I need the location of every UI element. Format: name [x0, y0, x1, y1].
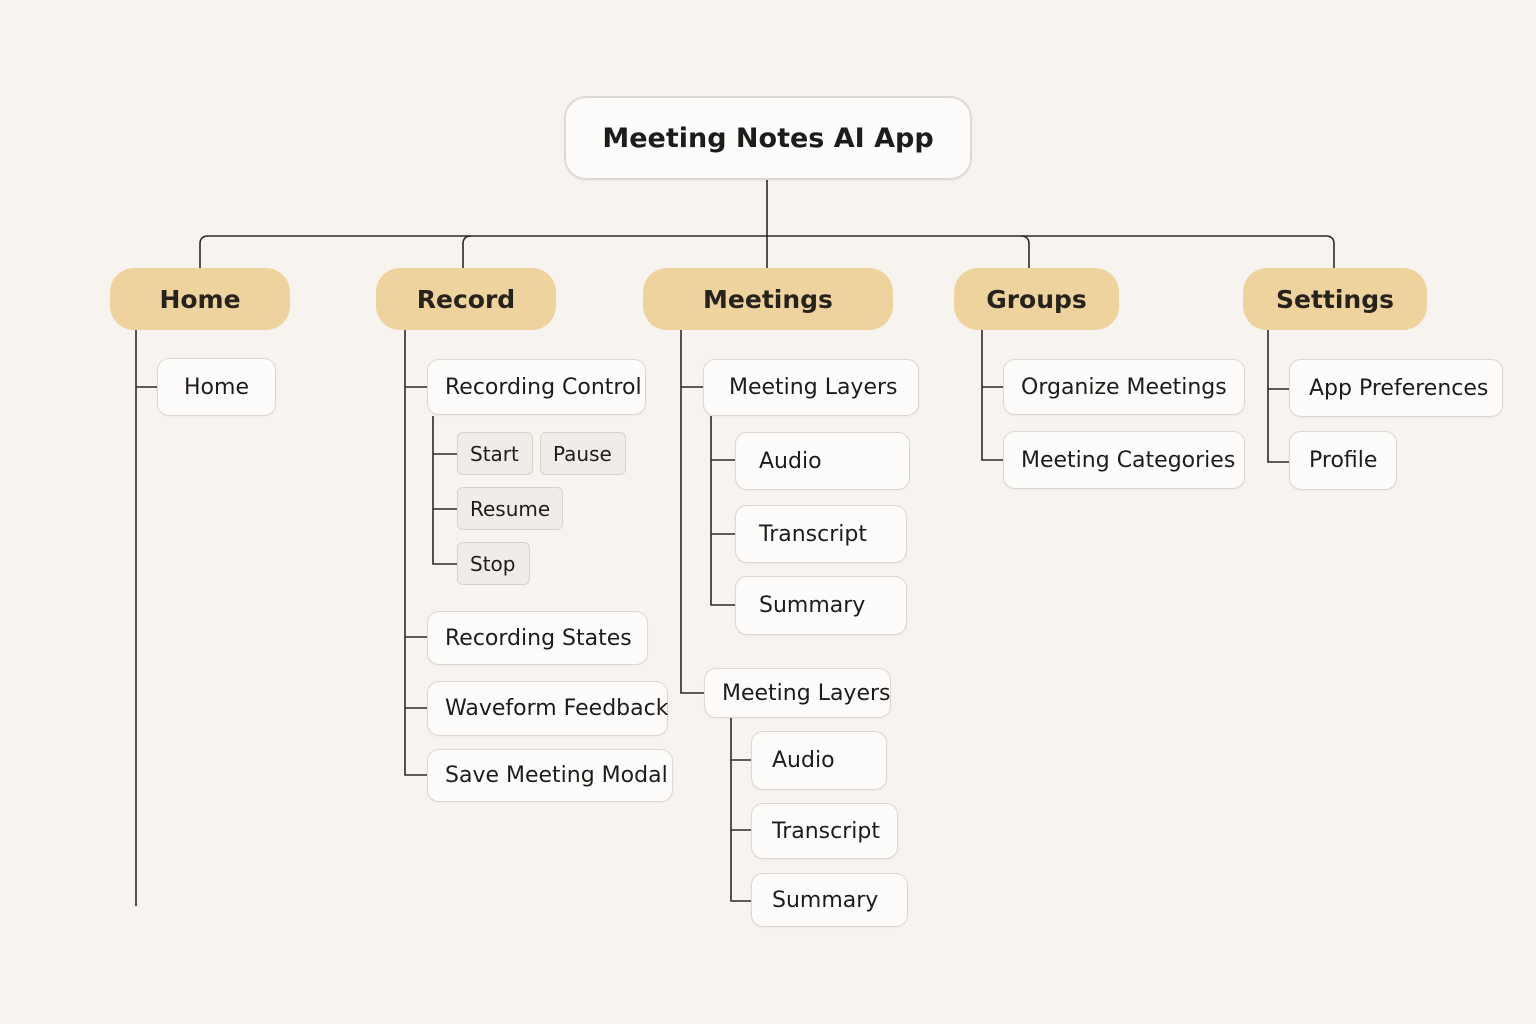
meetings-trunk: [680, 330, 704, 694]
record-recording-control[interactable]: Recording Control: [427, 359, 646, 415]
category-record[interactable]: Record: [376, 268, 556, 330]
meetings-layers-1-label: Meeting Layers: [729, 375, 898, 400]
layers-1-audio-label: Audio: [759, 448, 822, 474]
control-pause-label: Pause: [553, 441, 612, 466]
app-preferences-label: App Preferences: [1309, 375, 1489, 401]
layers-2-summary-label: Summary: [772, 887, 879, 913]
root-node[interactable]: Meeting Notes AI App: [564, 96, 972, 180]
control-start[interactable]: Start: [457, 432, 533, 475]
groups-organize-meetings[interactable]: Organize Meetings: [1003, 359, 1245, 415]
category-groups-label: Groups: [986, 284, 1087, 314]
control-resume-label: Resume: [470, 496, 551, 521]
category-meetings-label: Meetings: [703, 284, 833, 314]
profile-label: Profile: [1309, 448, 1378, 473]
recording-states-label: Recording States: [445, 625, 632, 651]
recording-control-label: Recording Control: [445, 374, 642, 400]
layers-1-summary[interactable]: Summary: [735, 576, 907, 635]
record-save-meeting-modal[interactable]: Save Meeting Modal: [427, 749, 673, 802]
root-label: Meeting Notes AI App: [602, 122, 934, 154]
control-start-label: Start: [470, 441, 519, 466]
category-meetings[interactable]: Meetings: [643, 268, 893, 330]
record-recording-states[interactable]: Recording States: [427, 611, 648, 665]
layers2-trunk: [730, 718, 751, 902]
control-stop-label: Stop: [470, 551, 516, 576]
category-settings-label: Settings: [1275, 284, 1394, 314]
groups-meeting-categories[interactable]: Meeting Categories: [1003, 431, 1245, 489]
layers-1-audio[interactable]: Audio: [735, 432, 910, 490]
record-waveform-feedback[interactable]: Waveform Feedback: [427, 681, 668, 736]
category-settings[interactable]: Settings: [1243, 268, 1427, 330]
category-home[interactable]: Home: [110, 268, 290, 330]
settings-app-preferences[interactable]: App Preferences: [1289, 359, 1503, 417]
settings-profile[interactable]: Profile: [1289, 431, 1397, 490]
control-pause[interactable]: Pause: [540, 432, 626, 475]
layers-2-summary[interactable]: Summary: [751, 873, 908, 927]
category-groups[interactable]: Groups: [954, 268, 1119, 330]
layers-2-audio[interactable]: Audio: [751, 731, 887, 790]
groups-drop: [1020, 235, 1030, 268]
waveform-feedback-label: Waveform Feedback: [445, 696, 669, 721]
sitemap-diagram: Meeting Notes AI App Home Record Meeting…: [0, 0, 1536, 1024]
category-home-label: Home: [159, 284, 241, 314]
layers-1-transcript-label: Transcript: [759, 521, 867, 547]
control-resume[interactable]: Resume: [457, 487, 563, 530]
layers1-trunk: [710, 416, 735, 606]
control-stop[interactable]: Stop: [457, 542, 530, 585]
save-meeting-modal-label: Save Meeting Modal: [445, 763, 668, 788]
meeting-categories-label: Meeting Categories: [1021, 447, 1236, 473]
settings-trunk: [1267, 330, 1289, 463]
layers-2-transcript-label: Transcript: [772, 818, 880, 844]
meetings-layers-1[interactable]: Meeting Layers: [703, 359, 919, 416]
controls-trunk: [432, 416, 457, 565]
home-child-home[interactable]: Home: [157, 358, 276, 416]
organize-meetings-label: Organize Meetings: [1021, 374, 1227, 400]
meetings-layers-2-label: Meeting Layers: [722, 680, 891, 706]
meetings-layers-2[interactable]: Meeting Layers: [704, 668, 891, 718]
home-child-label: Home: [184, 374, 249, 400]
layers-1-transcript[interactable]: Transcript: [735, 505, 907, 563]
layers-2-audio-label: Audio: [772, 748, 835, 773]
groups-trunk: [981, 330, 1003, 461]
record-drop: [462, 235, 472, 268]
category-record-label: Record: [416, 284, 516, 314]
layers-2-transcript[interactable]: Transcript: [751, 803, 898, 859]
layers-1-summary-label: Summary: [759, 593, 866, 618]
